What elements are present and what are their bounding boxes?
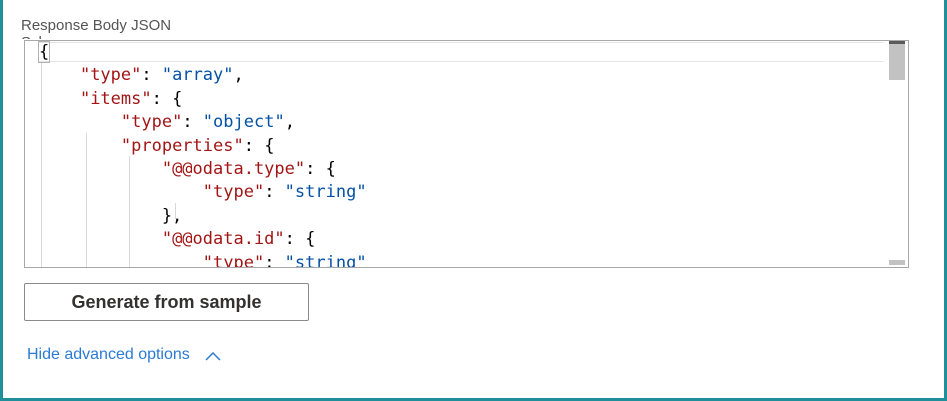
hide-advanced-options-link[interactable]: Hide advanced options bbox=[27, 346, 222, 364]
schema-field-label: Response Body JSON Schema bbox=[21, 17, 172, 39]
json-string: "string" bbox=[284, 252, 367, 268]
json-string: "object" bbox=[202, 112, 285, 133]
json-punctuation: { bbox=[37, 41, 51, 63]
json-punctuation: : bbox=[141, 65, 162, 86]
code-line: "properties": { bbox=[39, 135, 367, 158]
scrollbar-thumb[interactable] bbox=[889, 44, 905, 80]
scrollbar-end bbox=[889, 260, 905, 265]
schema-code[interactable]: { "type": "array", "items": { "type": "o… bbox=[37, 41, 367, 268]
code-line: "type": "string" bbox=[39, 181, 367, 204]
json-punctuation: : bbox=[182, 112, 203, 133]
json-key: "type" bbox=[79, 65, 142, 86]
json-punctuation: }, bbox=[39, 205, 183, 226]
json-punctuation bbox=[39, 89, 80, 109]
json-punctuation bbox=[39, 253, 203, 267]
json-punctuation: : { bbox=[243, 135, 275, 156]
json-string: "array" bbox=[161, 65, 234, 86]
json-key: "@@odata.id" bbox=[161, 229, 285, 250]
code-line: "type": "string" bbox=[39, 252, 367, 268]
json-key: "properties" bbox=[120, 135, 244, 156]
json-punctuation bbox=[39, 136, 121, 156]
editor-scrollbar[interactable] bbox=[886, 41, 908, 267]
json-key: "items" bbox=[79, 88, 152, 109]
json-punctuation: : bbox=[264, 182, 285, 203]
json-key: "type" bbox=[120, 112, 183, 133]
json-punctuation: : { bbox=[151, 88, 183, 109]
json-punctuation bbox=[39, 159, 162, 179]
json-string: "string" bbox=[284, 182, 367, 203]
code-line: }, bbox=[39, 205, 367, 228]
json-key: "type" bbox=[202, 252, 265, 268]
json-punctuation bbox=[39, 112, 121, 132]
code-line: "@@odata.type": { bbox=[39, 158, 367, 181]
json-punctuation: , bbox=[284, 112, 295, 133]
code-line: "@@odata.id": { bbox=[39, 228, 367, 251]
json-key: "@@odata.type" bbox=[161, 158, 306, 179]
code-line: "items": { bbox=[39, 88, 367, 111]
json-punctuation bbox=[39, 182, 203, 202]
json-punctuation: : bbox=[264, 252, 285, 268]
json-punctuation: , bbox=[233, 65, 244, 86]
hide-advanced-options-label: Hide advanced options bbox=[27, 346, 190, 363]
json-punctuation: : { bbox=[305, 158, 336, 179]
chevron-up-icon bbox=[204, 349, 222, 361]
code-line: "type": "object", bbox=[39, 111, 367, 134]
code-line: "type": "array", bbox=[39, 64, 367, 87]
json-punctuation bbox=[39, 65, 80, 85]
code-line: { bbox=[37, 41, 367, 64]
json-punctuation bbox=[39, 229, 162, 249]
json-punctuation: : { bbox=[284, 229, 316, 250]
schema-code-editor[interactable]: { "type": "array", "items": { "type": "o… bbox=[24, 40, 909, 268]
generate-from-sample-button[interactable]: Generate from sample bbox=[24, 283, 309, 321]
json-key: "type" bbox=[202, 182, 265, 203]
